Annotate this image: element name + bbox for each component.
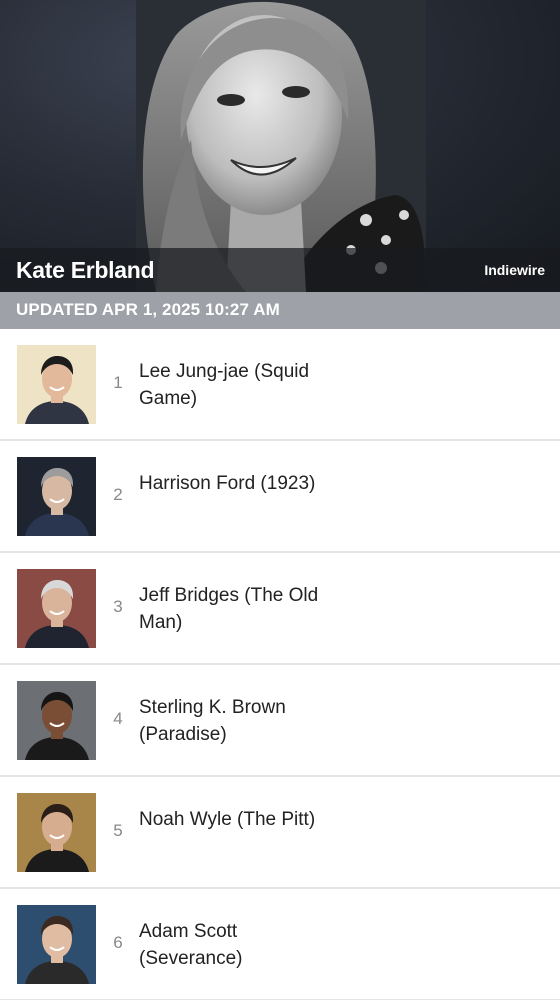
entry-title: Lee Jung-jae (Squid Game) (139, 361, 310, 409)
entry-title: Sterling K. Brown (Paradise) (139, 697, 286, 745)
critic-header: Kate Erbland Indiewire (0, 0, 560, 292)
rank-number: 3 (113, 597, 123, 616)
actor-thumbnail (17, 905, 96, 984)
entry-title: Noah Wyle (The Pitt) (139, 809, 316, 830)
entry-title: Jeff Bridges (The Old Man) (139, 585, 319, 633)
entry-title: Harrison Ford (1923) (139, 473, 316, 494)
actor-thumbnail (17, 569, 96, 648)
actor-thumbnail (17, 793, 96, 872)
portrait-image (17, 905, 96, 984)
updated-timestamp: UPDATED APR 1, 2025 10:27 AM (16, 300, 280, 319)
actor-thumbnail (17, 681, 96, 760)
ranking-row[interactable]: 1 Lee Jung-jae (Squid Game) (0, 329, 560, 441)
critic-name: Kate Erbland (16, 257, 155, 283)
ranking-row[interactable]: 5 Noah Wyle (The Pitt) (0, 777, 560, 889)
page: Kate Erbland Indiewire UPDATED APR 1, 20… (0, 0, 560, 1000)
rank-number: 5 (113, 821, 123, 840)
rank-number: 1 (113, 373, 123, 392)
ranking-row[interactable]: 3 Jeff Bridges (The Old Man) (0, 553, 560, 665)
ranking-row[interactable]: 2 Harrison Ford (1923) (0, 441, 560, 553)
portrait-image (17, 457, 96, 536)
rank-number: 4 (113, 709, 123, 728)
portrait-image (17, 793, 96, 872)
rank-number: 6 (113, 933, 123, 952)
ranking-row[interactable]: 6 Adam Scott (Severance) (0, 889, 560, 1000)
outlet-name[interactable]: Indiewire (484, 262, 545, 278)
ranking-row[interactable]: 4 Sterling K. Brown (Paradise) (0, 665, 560, 777)
ranking-list: 1 Lee Jung-jae (Squid Game) 2 Harrison F… (0, 329, 560, 1000)
actor-thumbnail (17, 345, 96, 424)
actor-thumbnail (17, 457, 96, 536)
portrait-image (17, 569, 96, 648)
portrait-image (17, 681, 96, 760)
entry-title: Adam Scott (Severance) (139, 921, 243, 969)
rank-number: 2 (113, 485, 123, 504)
portrait-image (17, 345, 96, 424)
